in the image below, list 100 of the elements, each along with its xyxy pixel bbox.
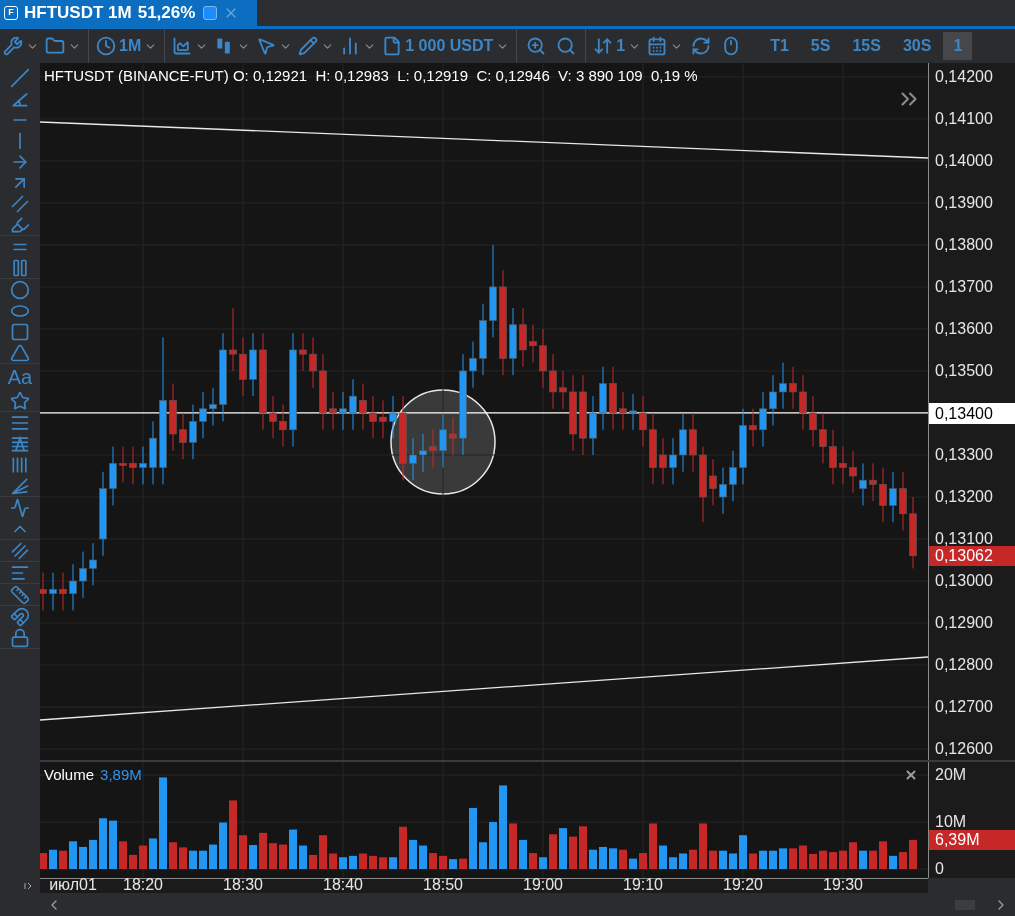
volume-bar: [789, 848, 797, 869]
parallel-lines-icon[interactable]: [10, 193, 30, 214]
star-icon[interactable]: [10, 390, 30, 411]
triangle-icon[interactable]: [10, 342, 30, 363]
ruler-icon[interactable]: [10, 584, 30, 605]
price-label: 0,12900: [935, 613, 993, 634]
volume-bar: [769, 850, 777, 869]
candle: [899, 471, 907, 532]
time-label: 19:20: [723, 876, 763, 894]
volume-bar: [709, 850, 717, 869]
price-label: 0,13600: [935, 318, 993, 339]
volume-bar: [529, 853, 537, 869]
time-label: 18:30: [223, 876, 263, 894]
lock-icon[interactable]: [10, 627, 30, 648]
vertical-bars-icon[interactable]: [10, 257, 30, 278]
volume-bar: [169, 842, 177, 869]
magnet-icon[interactable]: [10, 606, 30, 627]
price-label: 0,13300: [935, 444, 993, 465]
timeframe-tab[interactable]: 5S: [800, 32, 841, 60]
volume-bar: [739, 835, 747, 869]
volume-bar: [489, 822, 497, 869]
folder-icon: [45, 36, 65, 56]
toolbar-dropdown[interactable]: 1 000 USDT: [381, 33, 511, 59]
square-icon[interactable]: [10, 321, 30, 342]
volume-bar: [479, 842, 487, 869]
price-label: 0,12700: [935, 697, 993, 718]
volume-bar: [859, 850, 867, 869]
volume-bar: [399, 826, 407, 869]
volume-bar: [229, 800, 237, 869]
timeframe-tab[interactable]: T1: [760, 32, 799, 60]
volume-bar: [199, 850, 207, 869]
candle: [689, 412, 697, 473]
price-label: 0,13200: [935, 487, 993, 507]
candle: [549, 353, 557, 410]
chart-tab[interactable]: F HFTUSDT 1M 51,26%: [0, 0, 257, 26]
candle: [519, 307, 527, 368]
close-icon[interactable]: [904, 768, 918, 782]
candle: [539, 328, 547, 389]
volume-bar: [829, 852, 837, 869]
time-label: 19:10: [623, 876, 663, 894]
area-chart-icon: [172, 36, 193, 56]
candle: [89, 542, 97, 586]
timeframe-tab[interactable]: 30S: [892, 32, 942, 60]
volume-bar: [799, 845, 807, 869]
candle: [869, 462, 877, 502]
legend-text: HFTUSDT (BINANCE-FUT) O: 0,12921 H: 0,12983 L: 0,12919 C: 0,12946 V: 3 890 109 0,19 %: [44, 66, 698, 86]
time-label: 18:50: [423, 876, 463, 894]
volume-axis-label: 10M: [935, 812, 967, 833]
last-volume-label: 6,39M: [929, 830, 1015, 850]
candle: [169, 383, 177, 452]
volume-chart[interactable]: Volume 3,89M 20M 10M 6,39M 0 июл01 18:20 18:30 18:40 18:50 19:00 19:10 19:20 19:30: [40, 762, 1015, 893]
reference-line[interactable]: [40, 412, 928, 414]
line-icon[interactable]: [10, 67, 30, 88]
volume-bar: [269, 843, 277, 869]
candle: [379, 399, 387, 439]
tab-badge: F: [4, 6, 18, 20]
fan-icon[interactable]: [10, 475, 30, 496]
candle: [369, 395, 377, 439]
candle: [629, 393, 637, 431]
pencil-icon: [298, 36, 319, 56]
timeframe-tab[interactable]: 1: [943, 32, 973, 60]
diagonal-lines-icon[interactable]: [10, 540, 30, 561]
volume-bar: [619, 849, 627, 869]
candle: [179, 412, 187, 460]
price-label: 0,13500: [935, 360, 993, 381]
brush-icon[interactable]: [10, 214, 30, 235]
price-label: 0,12600: [935, 739, 993, 760]
candle: [879, 467, 887, 523]
candle: [309, 336, 317, 389]
price-label: 0,13100: [935, 529, 993, 549]
timeframe-tab[interactable]: 15S: [842, 32, 891, 60]
volume-bar: [649, 823, 657, 869]
volume-bar: [519, 839, 527, 869]
toolbar-dropdown[interactable]: 1M: [95, 33, 159, 59]
last-price-label: 0,13062: [929, 546, 1015, 566]
volume-bar: [89, 839, 97, 869]
zigzag-icon[interactable]: [10, 497, 30, 518]
expand-icon[interactable]: [24, 882, 32, 890]
price-label: 0,13800: [935, 234, 993, 255]
candle: [329, 391, 337, 431]
volume-bar: [379, 857, 387, 869]
volume-bar: [549, 834, 557, 869]
price-label: 0,12800: [935, 655, 993, 676]
toolbar-dropdown[interactable]: 1: [592, 33, 643, 59]
volume-bar: [749, 853, 757, 869]
volume-bar: [909, 839, 917, 869]
price-label: 0,14000: [935, 150, 993, 171]
candle: [749, 408, 757, 448]
text-tool[interactable]: Aa: [7, 365, 33, 389]
price-chart[interactable]: [40, 63, 1015, 760]
volume-bar: [119, 841, 127, 869]
volume-bar: [719, 850, 727, 869]
cursor-icon: [256, 36, 277, 56]
time-label: 19:30: [823, 876, 863, 894]
tab-title: HFTUSDT 1M: [24, 2, 132, 25]
price-label: 0,13900: [935, 192, 993, 213]
color-square-icon[interactable]: [203, 6, 218, 20]
volume-bar: [279, 844, 287, 869]
candle: [40, 572, 47, 611]
circle-icon[interactable]: [10, 279, 30, 300]
